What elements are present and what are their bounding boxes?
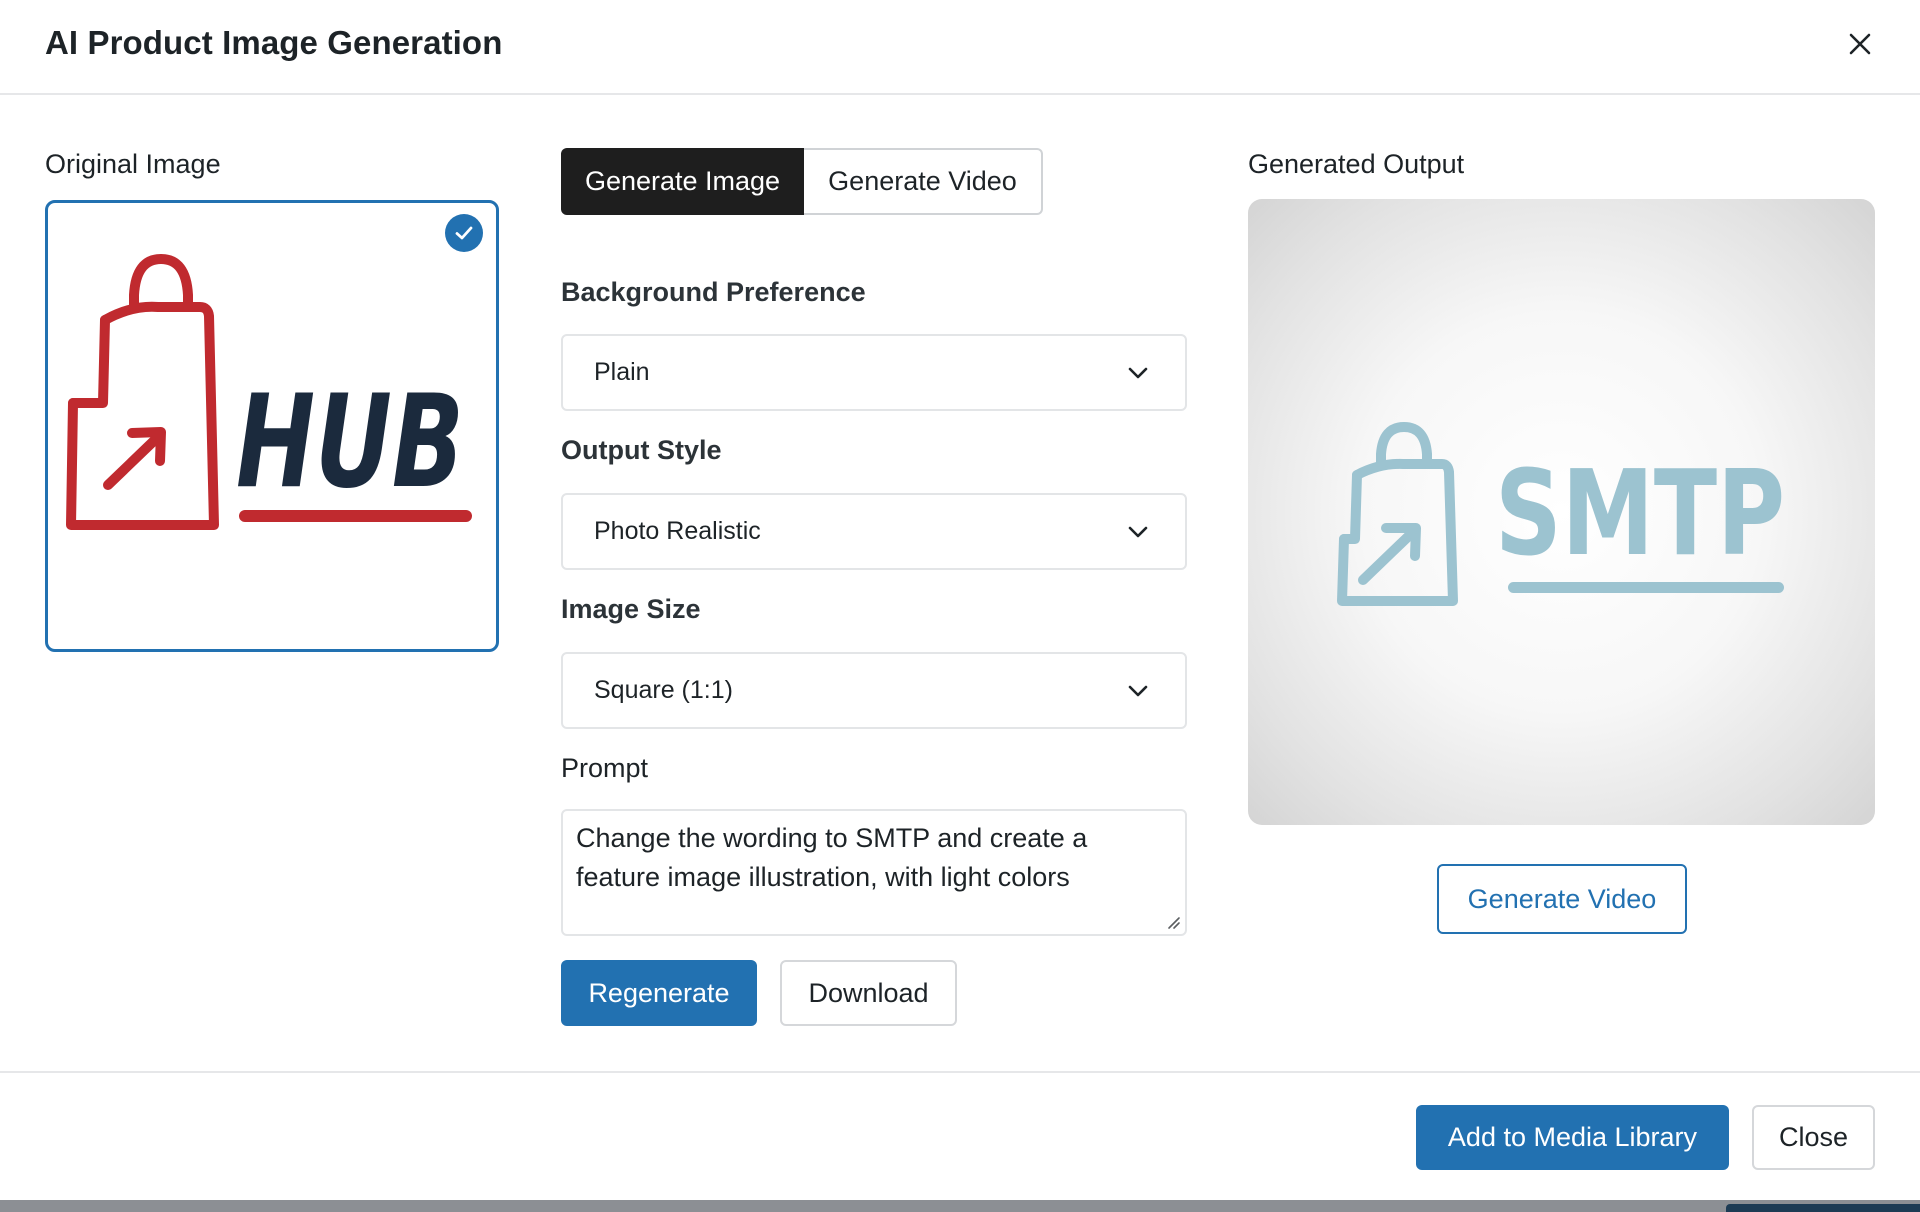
chevron-down-icon xyxy=(1128,526,1148,538)
close-icon[interactable] xyxy=(1840,24,1880,64)
generate-video-button[interactable]: Generate Video xyxy=(1437,864,1687,934)
close-button[interactable]: Close xyxy=(1752,1105,1875,1170)
shopping-bag-icon xyxy=(66,254,219,530)
generated-output-label: Generated Output xyxy=(1248,149,1465,179)
background-preference-value: Plain xyxy=(594,358,650,386)
hub-logo-image: HUB xyxy=(66,254,472,530)
generated-output-image[interactable]: SMTP xyxy=(1248,199,1875,825)
shopping-bag-icon xyxy=(1337,422,1458,606)
hub-logo-text: HUB xyxy=(236,368,464,517)
prompt-textarea[interactable]: Change the wording to SMTP and create a … xyxy=(561,809,1187,936)
output-style-label: Output Style xyxy=(561,435,722,465)
mode-tabs: Generate Image Generate Video xyxy=(561,148,1043,215)
chevron-down-icon xyxy=(1128,367,1148,379)
image-size-label: Image Size xyxy=(561,594,701,624)
chevron-down-icon xyxy=(1128,685,1148,697)
image-size-value: Square (1:1) xyxy=(594,676,733,704)
output-style-value: Photo Realistic xyxy=(594,517,761,545)
modal-title: AI Product Image Generation xyxy=(45,24,503,61)
original-image-label: Original Image xyxy=(45,149,221,179)
footer-divider xyxy=(0,1071,1920,1073)
ai-image-modal: AI Product Image Generation Original Ima… xyxy=(0,0,1920,1212)
output-style-select[interactable]: Photo Realistic xyxy=(561,493,1187,570)
tab-generate-video[interactable]: Generate Video xyxy=(804,148,1043,215)
image-size-select[interactable]: Square (1:1) xyxy=(561,652,1187,729)
background-preference-label: Background Preference xyxy=(561,277,866,307)
smtp-logo-text: SMTP xyxy=(1495,444,1785,582)
resize-grip-icon[interactable] xyxy=(1165,914,1181,930)
original-image-card[interactable]: HUB xyxy=(45,200,499,652)
page-bottom-bar-accent xyxy=(1726,1204,1920,1212)
tab-generate-image[interactable]: Generate Image xyxy=(561,148,804,215)
prompt-text: Change the wording to SMTP and create a … xyxy=(576,823,1088,892)
page-bottom-bar xyxy=(0,1200,1920,1212)
checkmark-icon xyxy=(445,214,483,252)
regenerate-button[interactable]: Regenerate xyxy=(561,960,757,1026)
modal-header: AI Product Image Generation xyxy=(0,0,1920,95)
prompt-label: Prompt xyxy=(561,753,649,783)
background-preference-select[interactable]: Plain xyxy=(561,334,1187,411)
download-button[interactable]: Download xyxy=(780,960,957,1026)
smtp-logo-image: SMTP xyxy=(1337,422,1785,606)
add-to-media-library-button[interactable]: Add to Media Library xyxy=(1416,1105,1729,1170)
